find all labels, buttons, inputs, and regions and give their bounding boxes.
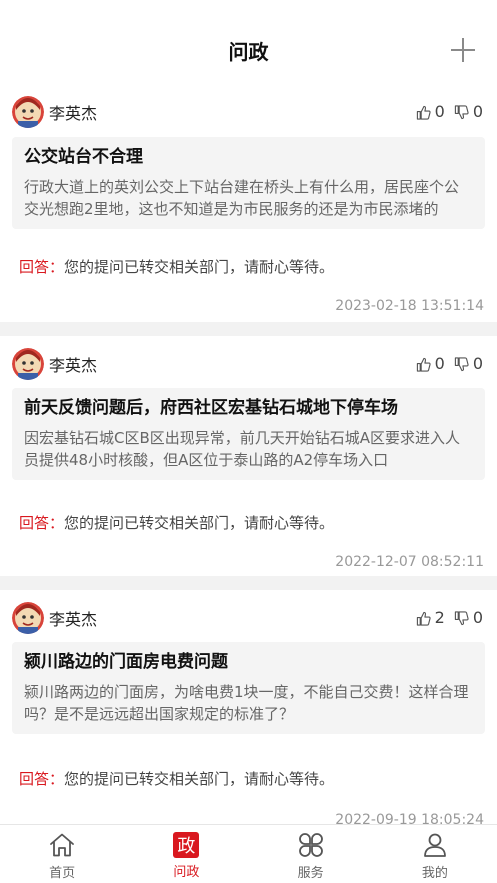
tab-label: 我的 bbox=[421, 866, 448, 881]
answer-row: 回答：您的提问已转交相关部门，请耐心等待。 bbox=[19, 768, 334, 789]
avatar bbox=[12, 96, 44, 128]
tab-home[interactable]: 首页 bbox=[0, 825, 124, 883]
dislike-count: 0 bbox=[472, 102, 483, 121]
services-grid-icon bbox=[298, 833, 323, 857]
author-name: 李英杰 bbox=[49, 104, 98, 123]
answer-row: 回答：您的提问已转交相关部门，请耐心等待。 bbox=[19, 512, 334, 533]
question-card[interactable]: 李英杰 2 0 颍川路边的门面房电费问题 颍川路两边的门面房，为啥电费1块一度，… bbox=[0, 590, 497, 824]
avatar bbox=[12, 348, 44, 380]
like-count: 0 bbox=[434, 102, 445, 121]
tab-services[interactable]: 服务 bbox=[249, 825, 373, 883]
vote-controls: 0 0 bbox=[416, 355, 483, 373]
answer-label: 回答： bbox=[19, 514, 65, 532]
vote-controls: 2 0 bbox=[416, 609, 483, 627]
profile-icon bbox=[423, 833, 446, 857]
author-row: 李英杰 bbox=[12, 96, 97, 128]
tab-label: 服务 bbox=[297, 866, 324, 881]
like-count: 0 bbox=[434, 354, 445, 373]
thumbs-up-icon[interactable] bbox=[416, 611, 431, 626]
vote-controls: 0 0 bbox=[416, 103, 483, 121]
home-icon bbox=[50, 833, 75, 857]
question-body: 因宏基钻石城C区B区出现异常，前几天开始钻石城A区要求进入人员提供48小时核酸，… bbox=[24, 429, 461, 469]
author-name: 李英杰 bbox=[49, 356, 98, 375]
plus-icon[interactable] bbox=[451, 38, 475, 62]
question-title: 前天反馈问题后，府西社区宏基钻石城地下停车场 bbox=[24, 398, 398, 418]
bottom-tab-bar: 首页 政 问政 服务 我的 bbox=[0, 824, 497, 883]
thumbs-up-icon[interactable] bbox=[416, 105, 431, 120]
thumbs-down-icon[interactable] bbox=[454, 610, 469, 626]
answer-label: 回答： bbox=[19, 258, 65, 276]
answer-text: 您的提问已转交相关部门，请耐心等待。 bbox=[64, 770, 335, 788]
question-box[interactable]: 颍川路边的门面房电费问题 颍川路两边的门面房，为啥电费1块一度，不能自己交费！这… bbox=[12, 642, 485, 734]
zheng-icon: 政 bbox=[173, 832, 200, 858]
question-box[interactable]: 公交站台不合理 行政大道上的英刘公交上下站台建在桥头上有什么用，居民座个公交光想… bbox=[12, 137, 485, 229]
page-title: 问政 bbox=[228, 40, 269, 64]
like-count: 2 bbox=[434, 608, 445, 627]
question-title: 颍川路边的门面房电费问题 bbox=[24, 652, 228, 672]
avatar bbox=[12, 602, 44, 634]
author-name: 李英杰 bbox=[49, 610, 98, 629]
post-date: 2023-02-18 13:51:14 bbox=[335, 298, 484, 314]
question-box[interactable]: 前天反馈问题后，府西社区宏基钻石城地下停车场 因宏基钻石城C区B区出现异常，前几… bbox=[12, 388, 485, 480]
thumbs-down-icon[interactable] bbox=[454, 104, 469, 120]
question-feed[interactable]: 李英杰 0 0 公交站台不合理 行政大道上的英刘公交上下站台建在桥头上有什么用，… bbox=[0, 84, 497, 824]
answer-label: 回答： bbox=[19, 770, 65, 788]
author-row: 李英杰 bbox=[12, 348, 97, 380]
answer-text: 您的提问已转交相关部门，请耐心等待。 bbox=[64, 258, 335, 276]
answer-row: 回答：您的提问已转交相关部门，请耐心等待。 bbox=[19, 256, 334, 277]
tab-label: 问政 bbox=[173, 865, 200, 880]
tab-wenzheng[interactable]: 政 问政 bbox=[124, 825, 248, 883]
tab-label: 首页 bbox=[49, 866, 76, 881]
author-row: 李英杰 bbox=[12, 602, 97, 634]
header: 问政 bbox=[0, 0, 497, 84]
post-date: 2022-09-19 18:05:24 bbox=[335, 812, 484, 824]
question-card[interactable]: 李英杰 0 0 公交站台不合理 行政大道上的英刘公交上下站台建在桥头上有什么用，… bbox=[0, 84, 497, 322]
tab-mine[interactable]: 我的 bbox=[373, 825, 497, 883]
question-title: 公交站台不合理 bbox=[24, 147, 143, 167]
dislike-count: 0 bbox=[472, 608, 483, 627]
dislike-count: 0 bbox=[472, 354, 483, 373]
thumbs-down-icon[interactable] bbox=[454, 356, 469, 372]
question-body: 颍川路两边的门面房，为啥电费1块一度，不能自己交费！这样合理吗？是不是远远超出国… bbox=[24, 683, 469, 723]
question-card[interactable]: 李英杰 0 0 前天反馈问题后，府西社区宏基钻石城地下停车场 因宏基钻石城C区B… bbox=[0, 336, 497, 576]
thumbs-up-icon[interactable] bbox=[416, 357, 431, 372]
answer-text: 您的提问已转交相关部门，请耐心等待。 bbox=[64, 514, 335, 532]
post-date: 2022-12-07 08:52:11 bbox=[335, 554, 484, 570]
question-body: 行政大道上的英刘公交上下站台建在桥头上有什么用，居民座个公交光想跑2里地，这也不… bbox=[24, 178, 460, 218]
